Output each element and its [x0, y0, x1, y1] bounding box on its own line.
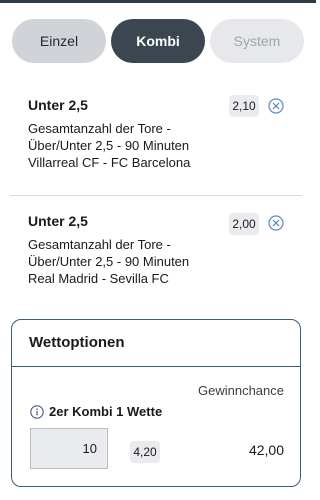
payout-value: 42,00	[248, 442, 284, 458]
bet-market-line1: Gesamtanzahl der Tore -	[28, 121, 171, 136]
bet-match: Villarreal CF - FC Barcelona	[28, 155, 191, 170]
bet-options-title: Wettoptionen	[29, 334, 125, 351]
info-icon[interactable]	[30, 404, 44, 419]
bet-odds: 2,00	[229, 213, 259, 235]
stake-input[interactable]: 10	[30, 428, 108, 469]
tab-system[interactable]: System	[210, 19, 304, 63]
bet-type-tabs: Einzel Kombi System	[12, 19, 304, 63]
total-odds: 4,20	[130, 441, 160, 463]
payout-label: Gewinnchance	[198, 383, 284, 398]
close-icon[interactable]	[268, 215, 284, 231]
bet-options-header[interactable]: Wettoptionen	[12, 320, 300, 367]
bet-market-line1: Gesamtanzahl der Tore -	[28, 237, 171, 252]
bet-odds: 2,10	[229, 95, 259, 117]
kombi-label: 2er Kombi 1 Wette	[49, 404, 163, 419]
bet-market-line2: Über/Unter 2,5 - 90 Minuten	[28, 254, 190, 269]
tab-einzel[interactable]: Einzel	[12, 19, 106, 63]
close-icon[interactable]	[268, 98, 284, 114]
divider	[10, 195, 302, 196]
bet-market-line2: Über/Unter 2,5 - 90 Minuten	[28, 138, 190, 153]
bet-match: Real Madrid - Sevilla FC	[28, 271, 169, 286]
tab-kombi[interactable]: Kombi	[111, 19, 205, 63]
top-bar	[0, 0, 316, 3]
bet-options-card: Wettoptionen Gewinnchance 2er Kombi 1 We…	[11, 319, 301, 487]
kombi-row: 2er Kombi 1 Wette	[30, 404, 162, 419]
